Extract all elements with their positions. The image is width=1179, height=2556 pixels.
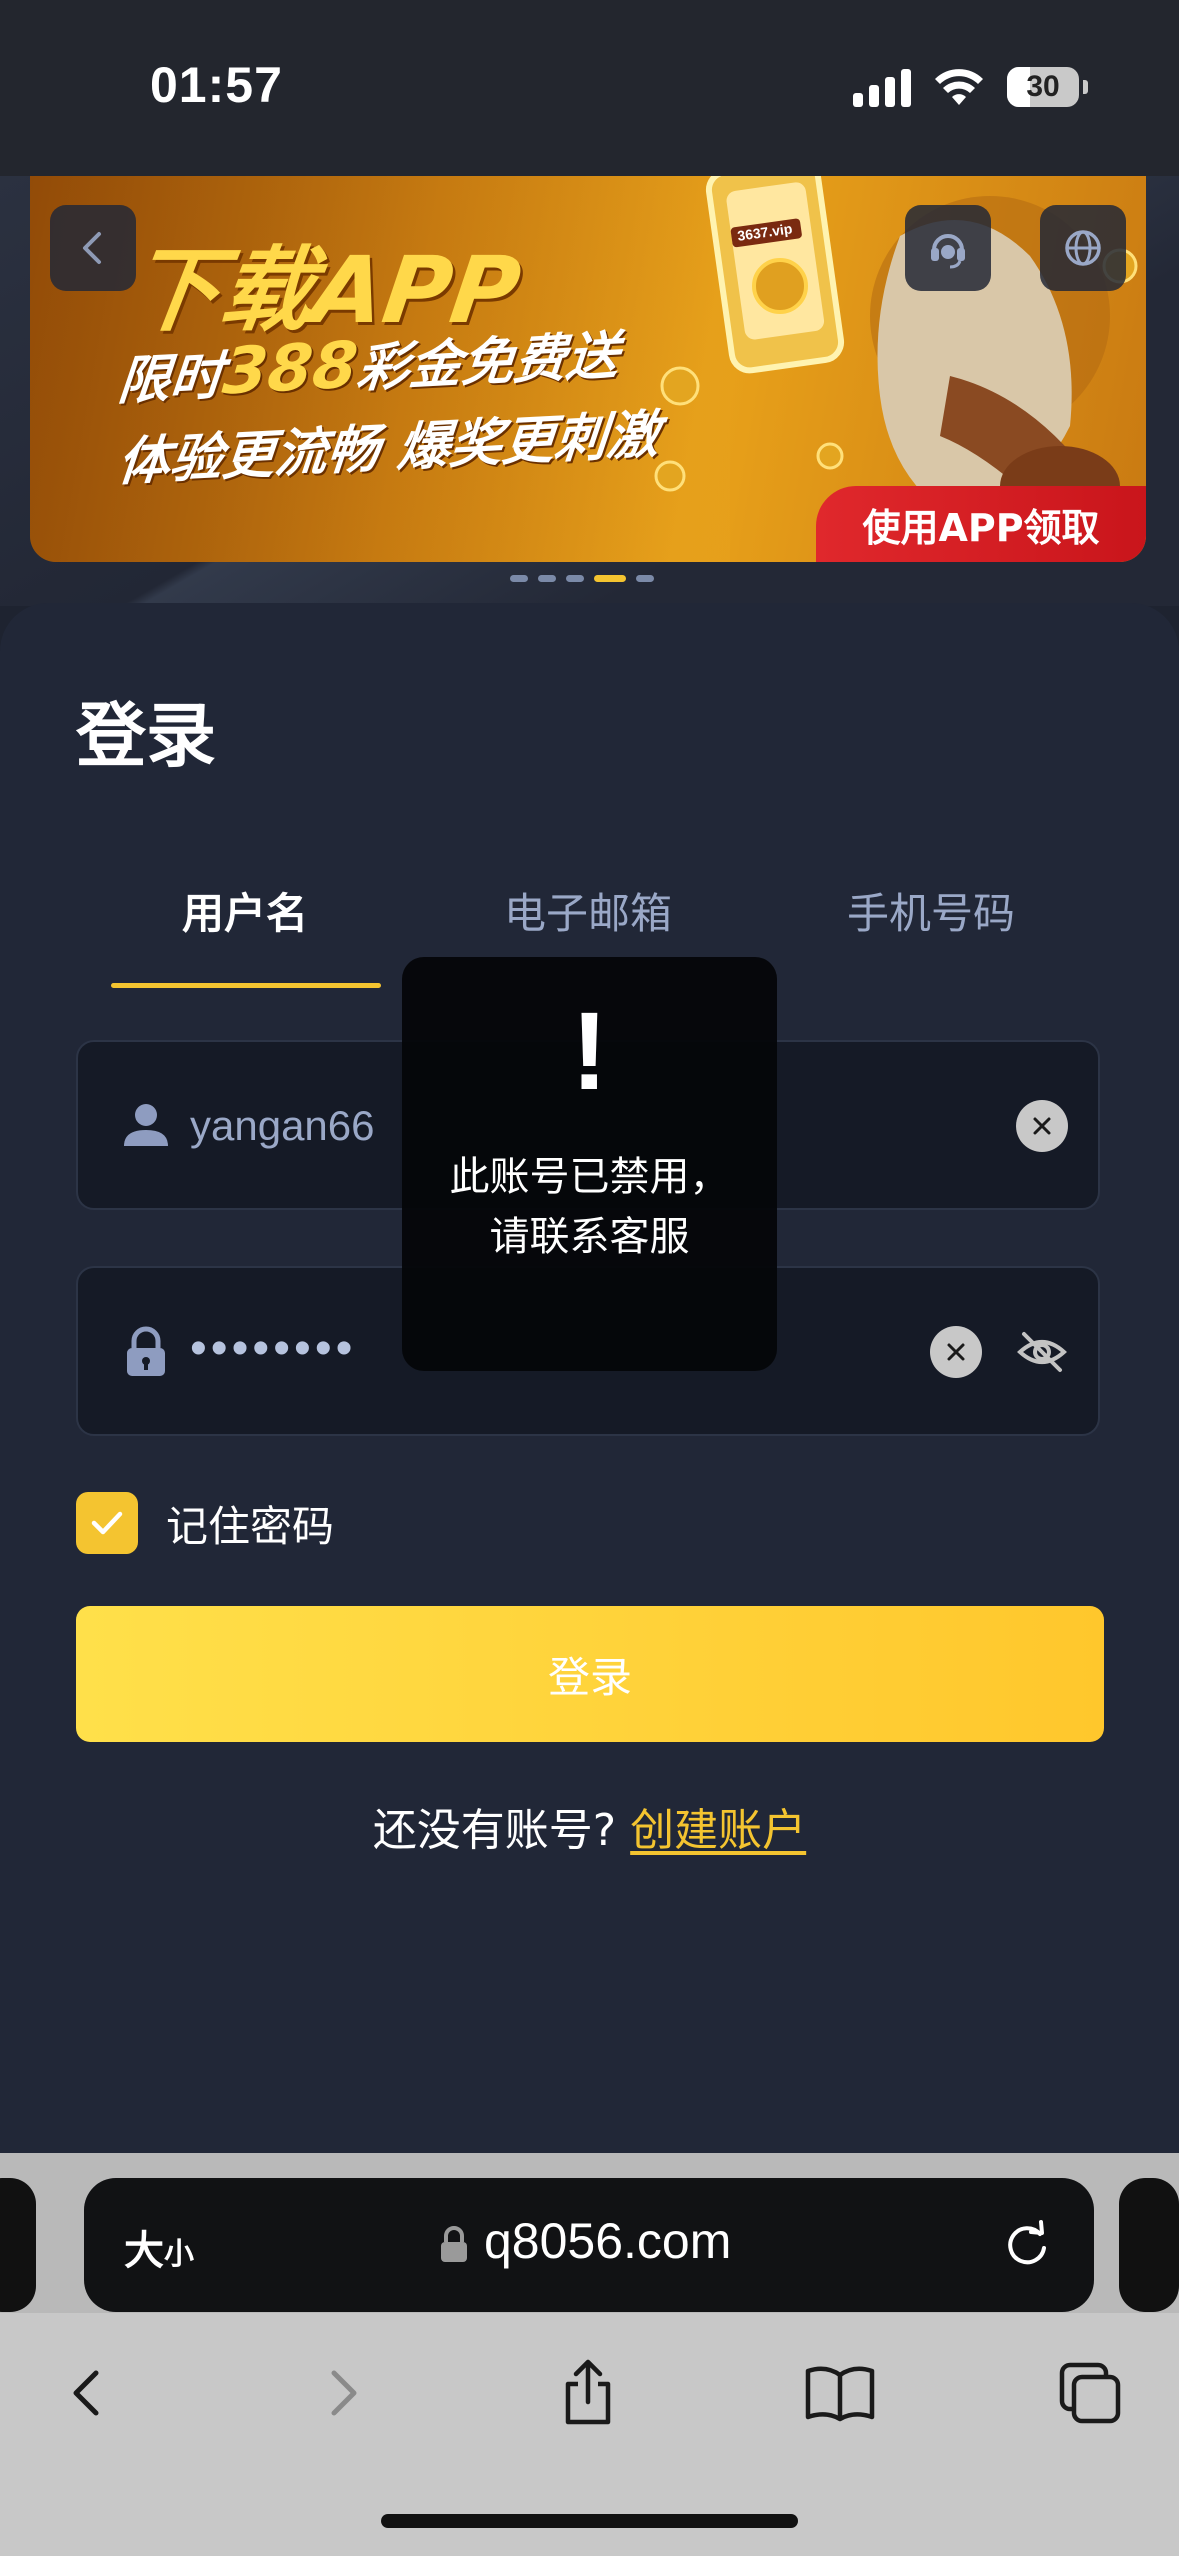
share-button[interactable] [548, 2353, 628, 2433]
login-button[interactable]: 登录 [76, 1606, 1104, 1742]
lock-icon [127, 1326, 165, 1376]
clear-username-button[interactable] [1016, 1100, 1068, 1152]
remember-password-row[interactable]: 记住密码 [76, 1492, 334, 1554]
cellular-signal-icon [853, 67, 911, 107]
carousel-dot[interactable] [510, 575, 528, 582]
wifi-icon [935, 69, 983, 105]
eye-off-icon[interactable] [1014, 1324, 1070, 1380]
close-icon [947, 1343, 965, 1361]
exclamation-icon: ! [571, 990, 608, 1113]
address-bar[interactable]: 大小 q8056.com [84, 2178, 1094, 2312]
status-icons: 30 [853, 62, 1088, 112]
next-tab-peek[interactable] [1119, 2178, 1179, 2312]
user-icon [124, 1104, 168, 1146]
share-icon [565, 2359, 611, 2425]
browser-back-button[interactable] [48, 2353, 128, 2433]
book-icon [805, 2366, 875, 2422]
tab-username[interactable]: 用户名 [110, 880, 380, 941]
banner-cta-button[interactable]: 使用APP领取 [816, 486, 1146, 562]
chevron-left-icon [83, 232, 101, 264]
language-button[interactable] [1040, 205, 1126, 291]
browser-forward-button[interactable] [302, 2353, 382, 2433]
create-account-link[interactable]: 创建账户 [630, 1805, 806, 1856]
tabs-icon [1059, 2362, 1121, 2424]
chevron-left-icon [73, 2370, 99, 2416]
tab-phone[interactable]: 手机号码 [796, 880, 1066, 941]
checkmark-icon [91, 1511, 123, 1535]
toast-message: 此账号已禁用，请联系客服 [449, 1154, 730, 1260]
carousel-dot[interactable] [636, 575, 654, 582]
bookmarks-button[interactable] [800, 2353, 880, 2433]
carousel-dot-active[interactable] [594, 575, 626, 582]
active-tab-indicator [111, 983, 381, 988]
battery-icon: 30 [1007, 67, 1088, 107]
remember-password-checkbox[interactable] [76, 1492, 138, 1554]
reload-icon[interactable] [1000, 2218, 1054, 2272]
previous-tab-peek[interactable] [0, 2178, 36, 2312]
remember-password-label: 记住密码 [166, 1501, 335, 1551]
tabs-button[interactable] [1050, 2353, 1130, 2433]
battery-level: 30 [1026, 70, 1060, 103]
globe-icon [1065, 230, 1101, 266]
home-indicator [381, 2514, 798, 2528]
tab-email[interactable]: 电子邮箱 [453, 880, 723, 941]
chevron-right-icon [331, 2370, 357, 2416]
headset-icon [931, 234, 965, 269]
lock-icon [441, 2226, 467, 2262]
error-toast: ! 此账号已禁用，请联系客服 [402, 957, 777, 1371]
carousel-dot[interactable] [566, 575, 584, 582]
back-button[interactable] [50, 205, 136, 291]
clear-password-button[interactable] [930, 1326, 982, 1378]
close-icon [1033, 1117, 1051, 1135]
url-text: q8056.com [484, 2213, 732, 2269]
text-size-button[interactable]: 大小 [124, 2218, 194, 2276]
register-prompt-text: 还没有账号? [372, 1805, 617, 1856]
status-time: 01:57 [150, 57, 283, 113]
carousel-dot[interactable] [538, 575, 556, 582]
carousel-indicator[interactable] [510, 575, 654, 582]
customer-service-button[interactable] [905, 205, 991, 291]
status-bar: 01:57 30 [0, 0, 1179, 176]
page-title: 登录 [76, 695, 216, 777]
register-prompt: 还没有账号? 创建账户 [0, 1794, 1179, 1858]
